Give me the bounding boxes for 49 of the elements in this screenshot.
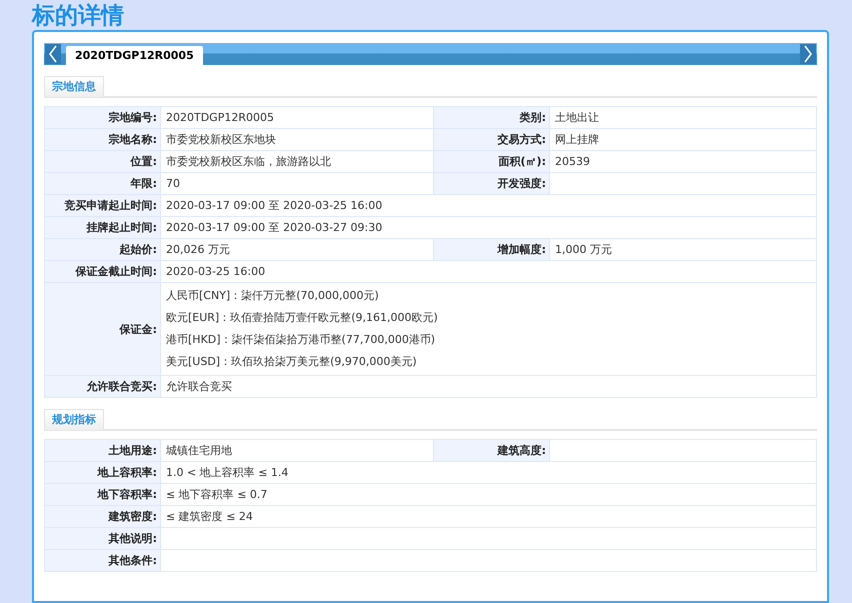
field-label: 宗地名称: (44, 128, 160, 150)
amount-line: 港币[HKD]：柒仟柒佰柒拾万港币整(77,700,000港币) (166, 332, 436, 348)
field-label: 交易方式: (434, 128, 550, 150)
field-value: 城镇住宅用地 (160, 440, 434, 462)
field-label: 起始价: (44, 238, 160, 260)
field-value: 网上挂牌 (550, 128, 816, 150)
field-label: 建筑高度: (434, 440, 550, 462)
field-label: 面积(㎡): (434, 150, 550, 172)
field-value: 2020TDGP12R0005 (160, 106, 434, 128)
field-value: 2020-03-17 09:00 至 2020-03-27 09:30 (160, 216, 816, 238)
field-value: ≤ 建筑密度 ≤ 24 (160, 506, 816, 528)
field-label: 竞买申请起止时间: (44, 194, 160, 216)
field-label: 地上容积率: (44, 462, 160, 484)
field-value: 1,000 万元 (550, 238, 816, 260)
chevron-left-icon (47, 45, 59, 63)
field-label: 允许联合竞买: (44, 376, 160, 398)
field-value: 20,026 万元 (160, 238, 434, 260)
field-label: 类别: (434, 106, 550, 128)
field-value: 市委党校新校区东临，旅游路以北 (160, 150, 434, 172)
field-label: 土地用途: (44, 440, 160, 462)
field-label: 保证金: (44, 282, 160, 376)
field-label: 开发强度: (434, 172, 550, 194)
tab[interactable]: 2020TDGP12R0005 (66, 46, 203, 65)
field-value: 1.0 < 地上容积率 ≤ 1.4 (160, 462, 816, 484)
field-label: 保证金截止时间: (44, 260, 160, 282)
field-label: 增加幅度: (434, 238, 550, 260)
field-value: 土地出让 (550, 106, 816, 128)
field-label: 其他说明: (44, 528, 160, 550)
field-label: 年限: (44, 172, 160, 194)
field-label: 位置: (44, 150, 160, 172)
field-value: 市委党校新校区东地块 (160, 128, 434, 150)
field-value: ≤ 地下容积率 ≤ 0.7 (160, 484, 816, 506)
amount-line: 人民币[CNY]：柒仟万元整(70,000,000元) (166, 288, 380, 304)
field-label: 挂牌起止时间: (44, 216, 160, 238)
chevron-right-icon (802, 45, 814, 63)
field-label: 宗地编号: (44, 106, 160, 128)
field-value: 2020-03-25 16:00 (160, 260, 816, 282)
field-label: 地下容积率: (44, 484, 160, 506)
scroll-left-button[interactable] (45, 44, 61, 64)
field-value: 2020-03-17 09:00 至 2020-03-25 16:00 (160, 194, 816, 216)
field-value: 20539 (550, 150, 816, 172)
field-value: 70 (160, 172, 434, 194)
scroll-right-button[interactable] (800, 44, 816, 64)
field-label: 建筑密度: (44, 506, 160, 528)
amount-line: 美元[USD]：玖佰玖拾柒万美元整(9,970,000美元) (166, 354, 418, 370)
page-title: 标的详情 (32, 2, 125, 30)
field-value: 允许联合竞买 (160, 376, 816, 398)
field-label: 其他条件: (44, 550, 160, 572)
amount-line: 欧元[EUR]：玖佰壹拾陆万壹仟欧元整(9,161,000欧元) (166, 310, 439, 326)
